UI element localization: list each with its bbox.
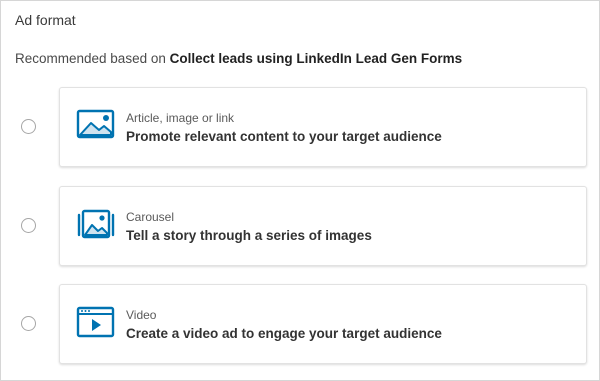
video-icon <box>76 305 116 339</box>
recommended-objective: Collect leads using LinkedIn Lead Gen Fo… <box>169 51 463 66</box>
option-title: Article, image or link <box>126 111 235 125</box>
option-description: Promote relevant content to your target … <box>126 129 442 144</box>
option-description: Tell a story through a series of images <box>126 228 372 243</box>
ad-format-card-single-image[interactable]: Article, image or link Promote relevant … <box>59 87 587 167</box>
radio-button-single-image[interactable] <box>21 119 36 134</box>
section-title: Ad format <box>15 12 76 28</box>
option-title: Carousel <box>126 210 175 224</box>
ad-format-option-single-image[interactable]: Article, image or link Promote relevant … <box>1 87 600 169</box>
recommendation-prefix: Recommended based on <box>15 51 170 66</box>
ad-format-option-video[interactable]: Video Create a video ad to engage your t… <box>1 284 600 366</box>
ad-format-card-video[interactable]: Video Create a video ad to engage your t… <box>59 284 587 364</box>
image-icon <box>76 108 116 142</box>
option-description: Create a video ad to engage your target … <box>126 326 442 341</box>
ad-format-panel: Ad format Recommended based on Collect l… <box>0 0 600 381</box>
radio-button-video[interactable] <box>21 316 36 331</box>
radio-button-carousel[interactable] <box>21 218 36 233</box>
ad-format-option-carousel[interactable]: Carousel Tell a story through a series o… <box>1 186 600 268</box>
ad-format-card-carousel[interactable]: Carousel Tell a story through a series o… <box>59 186 587 266</box>
option-title: Video <box>126 308 157 322</box>
recommendation-text: Recommended based on Collect leads using… <box>15 51 462 66</box>
carousel-icon <box>76 207 116 241</box>
